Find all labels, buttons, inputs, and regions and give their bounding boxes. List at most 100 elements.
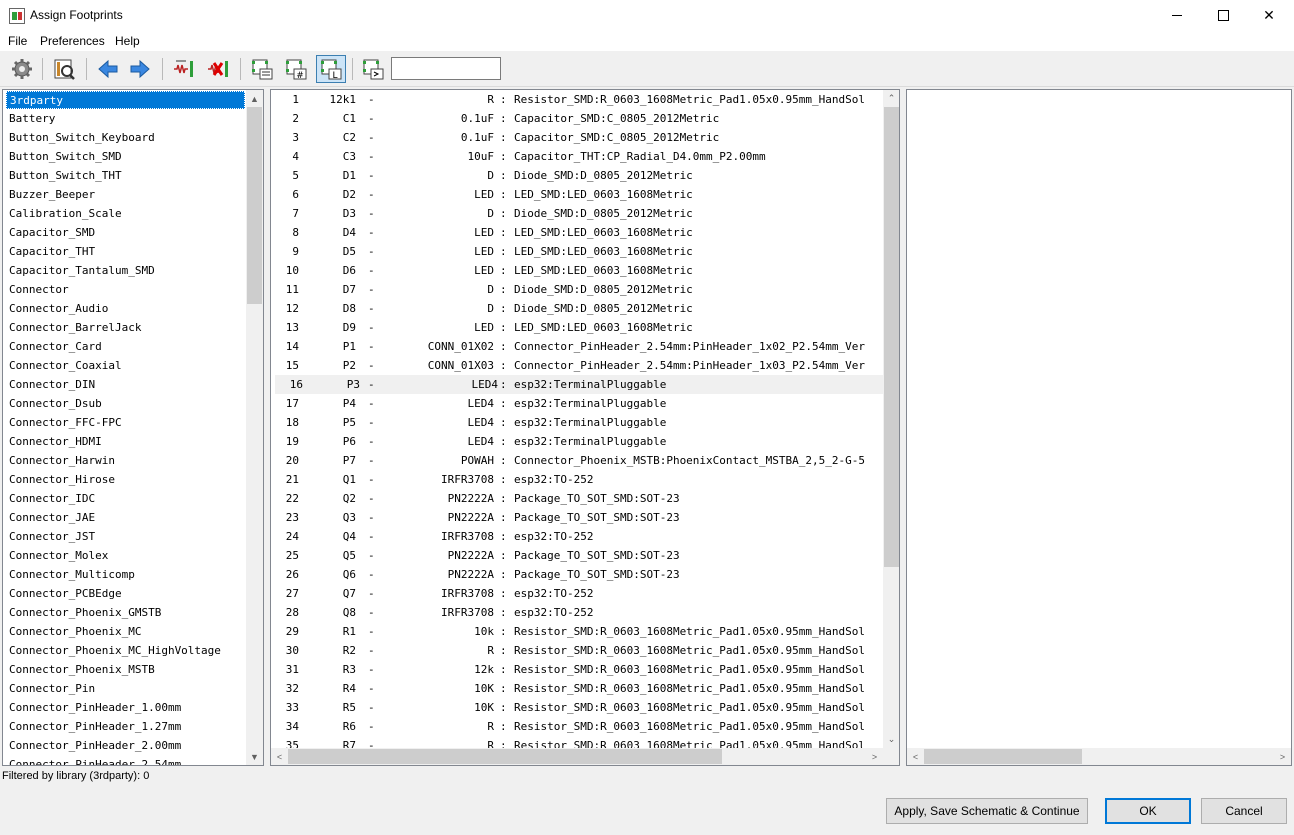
library-item[interactable]: Connector_BarrelJack (3, 318, 246, 337)
library-item[interactable]: Connector_JAE (3, 508, 246, 527)
library-item[interactable]: Connector_HDMI (3, 432, 246, 451)
view-footprint-icon[interactable] (51, 56, 77, 82)
component-row[interactable]: 25 Q5- PN2222A: Package_TO_SOT_SMD:SOT-23 (271, 546, 883, 565)
component-row[interactable]: 10 D6- LED: LED_SMD:LED_0603_1608Metric (271, 261, 883, 280)
component-row[interactable]: 4 C3- 10uF: Capacitor_THT:CP_Radial_D4.0mm_… (271, 147, 883, 166)
component-row[interactable]: 22 Q2- PN2222A: Package_TO_SOT_SMD:SOT-23 (271, 489, 883, 508)
library-item[interactable]: Battery (3, 109, 246, 128)
component-row[interactable]: 29 R1- 10k: Resistor_SMD:R_0603_1608Metric_… (271, 622, 883, 641)
component-row[interactable]: 6 D2- LED: LED_SMD:LED_0603_1608Metric (271, 185, 883, 204)
component-row[interactable]: 5 D1- D: Diode_SMD:D_0805_2012Metric (271, 166, 883, 185)
library-item[interactable]: Capacitor_THT (3, 242, 246, 261)
filter-pincount-icon[interactable]: # (283, 56, 309, 82)
minimize-button[interactable] (1154, 0, 1200, 31)
library-item[interactable]: Connector_PinHeader_2.00mm (3, 736, 246, 755)
library-item[interactable]: Button_Switch_SMD (3, 147, 246, 166)
library-item[interactable]: Connector_PinHeader_1.27mm (3, 717, 246, 736)
component-vscrollbar[interactable]: ⌃ ⌄ (883, 90, 899, 748)
component-row[interactable]: 13 D9- LED: LED_SMD:LED_0603_1608Metric (271, 318, 883, 337)
library-item[interactable]: Calibration_Scale (3, 204, 246, 223)
component-row[interactable]: 18 P5- LED4: esp32:TerminalPluggable (271, 413, 883, 432)
library-item[interactable]: Connector_Coaxial (3, 356, 246, 375)
component-row[interactable]: 9 D5- LED: LED_SMD:LED_0603_1608Metric (271, 242, 883, 261)
library-item[interactable]: 3rdparty (6, 91, 245, 109)
component-row[interactable]: 2 C1- 0.1uF: Capacitor_SMD:C_0805_2012Metri… (271, 109, 883, 128)
component-row[interactable]: 28 Q8- IRFR3708: esp32:TO-252 (271, 603, 883, 622)
library-item[interactable]: Connector_Molex (3, 546, 246, 565)
component-row[interactable]: 17 P4- LED4: esp32:TerminalPluggable (271, 394, 883, 413)
component-row[interactable]: 27 Q7- IRFR3708: esp32:TO-252 (271, 584, 883, 603)
settings-icon[interactable] (9, 56, 35, 82)
library-item[interactable]: Connector_Multicomp (3, 565, 246, 584)
scroll-thumb[interactable] (247, 107, 262, 304)
filter-text-input[interactable] (391, 57, 501, 80)
component-row[interactable]: 31 R3- 12k: Resistor_SMD:R_0603_1608Metric_… (271, 660, 883, 679)
library-item[interactable]: Buzzer_Beeper (3, 185, 246, 204)
component-row[interactable]: 26 Q6- PN2222A: Package_TO_SOT_SMD:SOT-23 (271, 565, 883, 584)
component-row[interactable]: 20 P7- POWAH: Connector_Phoenix_MSTB:Phoeni… (271, 451, 883, 470)
library-item[interactable]: Capacitor_SMD (3, 223, 246, 242)
filter-library-icon[interactable]: L (316, 55, 346, 83)
component-row[interactable]: 21 Q1- IRFR3708: esp32:TO-252 (271, 470, 883, 489)
library-vscrollbar[interactable]: ▲ ▼ (246, 90, 263, 765)
library-item[interactable]: Capacitor_Tantalum_SMD (3, 261, 246, 280)
ok-button[interactable]: OK (1105, 798, 1191, 824)
component-row[interactable]: 12 D8- D: Diode_SMD:D_0805_2012Metric (271, 299, 883, 318)
component-row[interactable]: 8 D4- LED: LED_SMD:LED_0603_1608Metric (271, 223, 883, 242)
filter-text-icon[interactable] (360, 56, 386, 82)
library-item[interactable]: Connector_Audio (3, 299, 246, 318)
cancel-button[interactable]: Cancel (1201, 798, 1287, 824)
library-item[interactable]: Button_Switch_THT (3, 166, 246, 185)
library-item[interactable]: Connector_IDC (3, 489, 246, 508)
library-item[interactable]: Connector_Phoenix_GMSTB (3, 603, 246, 622)
component-row[interactable]: 24 Q4- IRFR3708: esp32:TO-252 (271, 527, 883, 546)
component-row[interactable]: 33 R5- 10K: Resistor_SMD:R_0603_1608Metric_… (271, 698, 883, 717)
component-row[interactable]: 19 P6- LED4: esp32:TerminalPluggable (271, 432, 883, 451)
scroll-right-arrow-icon[interactable]: > (1274, 748, 1291, 765)
component-row[interactable]: 16 P3- LED4: esp32:TerminalPluggable (275, 375, 883, 394)
close-button[interactable]: ✕ (1246, 0, 1292, 31)
scroll-left-arrow-icon[interactable]: < (907, 748, 924, 765)
component-row[interactable]: 1 12k1- R: Resistor_SMD:R_0603_1608Metric_P… (271, 90, 883, 109)
scroll-up-arrow-icon[interactable]: ⌃ (883, 90, 899, 107)
library-item[interactable]: Connector_Phoenix_MSTB (3, 660, 246, 679)
scroll-right-arrow-icon[interactable]: > (866, 748, 883, 765)
library-item[interactable]: Connector_Harwin (3, 451, 246, 470)
component-row[interactable]: 23 Q3- PN2222A: Package_TO_SOT_SMD:SOT-23 (271, 508, 883, 527)
library-item[interactable]: Connector_PinHeader_2.54mm (3, 755, 246, 765)
library-item[interactable]: Connector_Hirose (3, 470, 246, 489)
component-row[interactable]: 32 R4- 10K: Resistor_SMD:R_0603_1608Metric_… (271, 679, 883, 698)
scroll-thumb[interactable] (924, 749, 1082, 764)
component-row[interactable]: 11 D7- D: Diode_SMD:D_0805_2012Metric (271, 280, 883, 299)
component-row[interactable]: 7 D3- D: Diode_SMD:D_0805_2012Metric (271, 204, 883, 223)
maximize-button[interactable] (1200, 0, 1246, 31)
menu-preferences[interactable]: Preferences (40, 34, 105, 48)
component-hscrollbar[interactable]: < > (271, 748, 883, 765)
component-row[interactable]: 14 P1- CONN_01X02: Connector_PinHeader_2.54… (271, 337, 883, 356)
library-item[interactable]: Connector (3, 280, 246, 299)
library-item[interactable]: Connector_Card (3, 337, 246, 356)
component-row[interactable]: 34 R6- R: Resistor_SMD:R_0603_1608Metric_Pa… (271, 717, 883, 736)
component-row[interactable]: 30 R2- R: Resistor_SMD:R_0603_1608Metric_Pa… (271, 641, 883, 660)
library-item[interactable]: Connector_Phoenix_MC (3, 622, 246, 641)
library-item[interactable]: Connector_JST (3, 527, 246, 546)
scroll-down-arrow-icon[interactable]: ▼ (246, 748, 263, 765)
library-item[interactable]: Connector_PCBEdge (3, 584, 246, 603)
apply-save-continue-button[interactable]: Apply, Save Schematic & Continue (886, 798, 1088, 824)
menu-file[interactable]: File (8, 34, 27, 48)
component-row[interactable]: 15 P2- CONN_01X03: Connector_PinHeader_2.54… (271, 356, 883, 375)
scroll-up-arrow-icon[interactable]: ▲ (246, 90, 263, 107)
library-item[interactable]: Connector_Pin (3, 679, 246, 698)
library-item[interactable]: Connector_DIN (3, 375, 246, 394)
delete-associations-icon[interactable] (205, 56, 231, 82)
library-item[interactable]: Connector_PinHeader_1.00mm (3, 698, 246, 717)
filter-keyword-icon[interactable] (249, 56, 275, 82)
library-item[interactable]: Button_Switch_Keyboard (3, 128, 246, 147)
footprint-hscrollbar[interactable]: < > (907, 748, 1291, 765)
scroll-thumb[interactable] (884, 107, 899, 567)
previous-icon[interactable] (95, 56, 121, 82)
auto-associate-icon[interactable] (171, 56, 197, 82)
component-row[interactable]: 3 C2- 0.1uF: Capacitor_SMD:C_0805_2012Metri… (271, 128, 883, 147)
library-item[interactable]: Connector_Phoenix_MC_HighVoltage (3, 641, 246, 660)
menu-help[interactable]: Help (115, 34, 140, 48)
